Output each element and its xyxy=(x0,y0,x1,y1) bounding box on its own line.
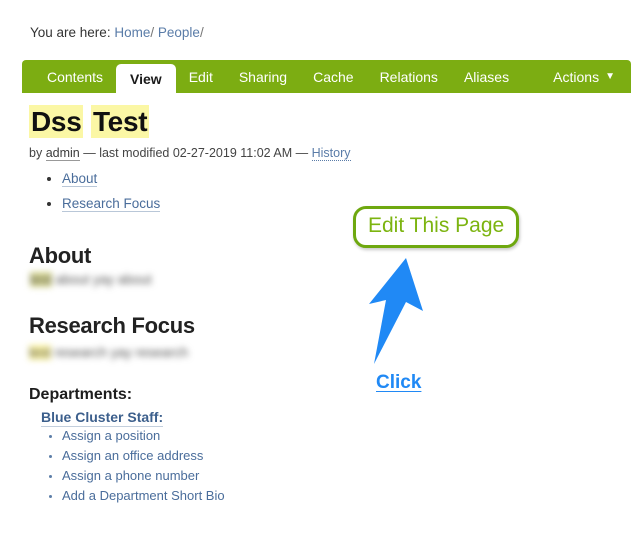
departments-heading: Departments: xyxy=(29,386,132,404)
breadcrumb: You are here: Home/ People/ xyxy=(30,25,204,40)
byline-modified-text: — last modified 02-27-2019 11:02 AM — xyxy=(83,146,308,160)
breadcrumb-link-home[interactable]: Home xyxy=(114,25,150,40)
tab-bar: Contents View Edit Sharing Cache Relatio… xyxy=(22,60,631,93)
click-annotation-label: Click xyxy=(376,372,421,394)
byline-prefix: by xyxy=(29,146,42,160)
departments-list: Assign a position Assign an office addre… xyxy=(40,426,225,506)
page-title: Dss Test xyxy=(29,106,149,138)
list-item: Research Focus xyxy=(62,191,160,216)
edit-this-page-annotation-box[interactable]: Edit This Page xyxy=(353,206,519,248)
page-title-word-2: Test xyxy=(91,105,149,138)
breadcrumb-separator-1: / xyxy=(150,25,154,40)
section-body-research-focus: test research yay research xyxy=(29,345,188,360)
tab-sharing[interactable]: Sharing xyxy=(226,60,300,93)
byline-author-link[interactable]: admin xyxy=(46,146,80,161)
chevron-down-icon: ▼ xyxy=(605,72,615,82)
tab-edit[interactable]: Edit xyxy=(176,60,226,93)
tab-relations[interactable]: Relations xyxy=(367,60,451,93)
byline-history-link[interactable]: History xyxy=(312,146,351,161)
toc-link-research-focus[interactable]: Research Focus xyxy=(62,196,160,212)
list-item: Assign an office address xyxy=(62,446,225,466)
dept-item-assign-position: Assign a position xyxy=(62,428,160,443)
section-heading-about: About xyxy=(29,243,91,269)
edit-this-page-label: Edit This Page xyxy=(368,214,504,238)
research-body-keyword: test xyxy=(29,345,51,360)
toc-link-about[interactable]: About xyxy=(62,171,97,187)
research-body-rest: research yay research xyxy=(51,345,188,360)
cluster-heading: Blue Cluster Staff: xyxy=(41,409,163,427)
section-body-about: test about yay about xyxy=(30,272,152,287)
dept-item-assign-phone-number: Assign a phone number xyxy=(62,468,199,483)
about-body-keyword: test xyxy=(30,272,52,287)
dept-item-add-short-bio: Add a Department Short Bio xyxy=(62,488,225,503)
list-item: Assign a phone number xyxy=(62,466,225,486)
section-heading-research-focus: Research Focus xyxy=(29,313,195,339)
tab-cache[interactable]: Cache xyxy=(300,60,366,93)
table-of-contents: About Research Focus xyxy=(40,166,160,216)
actions-menu-label: Actions xyxy=(553,69,599,85)
arrow-up-right-icon xyxy=(366,256,436,366)
dept-item-assign-office-address: Assign an office address xyxy=(62,448,203,463)
breadcrumb-link-people[interactable]: People xyxy=(158,25,200,40)
list-item: Add a Department Short Bio xyxy=(62,486,225,506)
list-item: About xyxy=(62,166,160,191)
page-title-word-1: Dss xyxy=(29,105,83,138)
about-body-rest: about yay about xyxy=(52,272,152,287)
breadcrumb-separator-2: / xyxy=(200,25,204,40)
tab-view[interactable]: View xyxy=(116,64,176,93)
actions-menu-button[interactable]: Actions ▼ xyxy=(541,60,631,93)
tab-list: Contents View Edit Sharing Cache Relatio… xyxy=(22,60,631,93)
list-item: Assign a position xyxy=(62,426,225,446)
tab-aliases[interactable]: Aliases xyxy=(451,60,522,93)
breadcrumb-label: You are here: xyxy=(30,25,111,40)
byline: by admin — last modified 02-27-2019 11:0… xyxy=(29,146,351,160)
tab-contents[interactable]: Contents xyxy=(34,60,116,93)
